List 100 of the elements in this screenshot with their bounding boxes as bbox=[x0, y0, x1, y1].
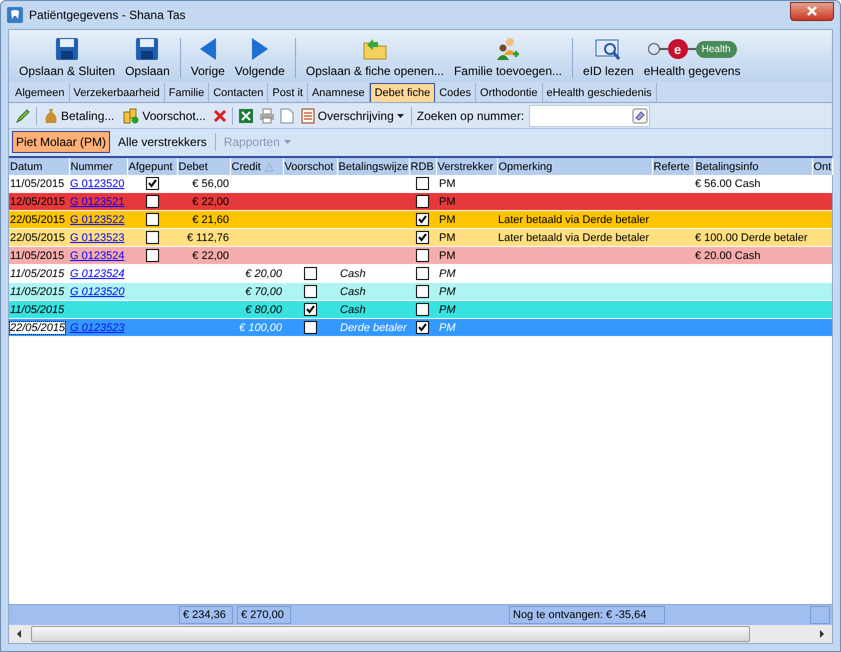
checkbox[interactable] bbox=[416, 231, 429, 244]
document-icon[interactable] bbox=[280, 108, 294, 124]
table-cell-text: Cash bbox=[339, 304, 366, 316]
invoice-link[interactable]: G 0123522 bbox=[70, 214, 124, 226]
folder-icon bbox=[362, 38, 387, 60]
checkbox[interactable] bbox=[146, 249, 158, 262]
column-header[interactable]: Betalingsinfo bbox=[694, 158, 812, 175]
toolbar-button[interactable]: Familie toevoegen... bbox=[450, 37, 566, 78]
checkbox[interactable] bbox=[304, 285, 316, 298]
table-cell: € 56,00 bbox=[192, 178, 229, 190]
tab[interactable]: Orthodontie bbox=[476, 83, 542, 102]
search-field[interactable] bbox=[529, 104, 650, 126]
tab[interactable]: Post it bbox=[268, 83, 308, 102]
column-header[interactable]: Afgepunt bbox=[127, 158, 177, 175]
transfer-button[interactable]: Overschrijving bbox=[298, 108, 406, 124]
invoice-link[interactable]: G 0123524 bbox=[70, 268, 124, 280]
tab[interactable]: Verzekerbaarheid bbox=[70, 83, 165, 102]
table-row[interactable]: 22/05/2015 G 0123523 € 112,76 PM Later betaald via Derde betaler € 100.00 Derde betaler bbox=[9, 228, 832, 246]
caret-icon bbox=[284, 140, 291, 144]
checkbox[interactable] bbox=[416, 195, 429, 208]
column-header[interactable]: Voorschot bbox=[283, 158, 337, 175]
right-arrow-icon[interactable] bbox=[818, 630, 826, 638]
invoice-link[interactable]: G 0123523 bbox=[70, 232, 124, 244]
payment-button[interactable]: Betaling... bbox=[42, 108, 116, 124]
toolbar-button[interactable]: Opslaan & Sluiten bbox=[15, 37, 120, 78]
checkbox[interactable] bbox=[146, 195, 158, 208]
delete-icon[interactable] bbox=[212, 108, 227, 122]
checkbox[interactable] bbox=[146, 177, 158, 190]
pencil-icon[interactable] bbox=[15, 108, 31, 124]
table-row[interactable]: 12/05/2015 G 0123521 € 22,00 PM bbox=[9, 192, 832, 210]
column-header[interactable]: Datum bbox=[9, 158, 69, 175]
column-header[interactable]: Debet bbox=[177, 158, 230, 175]
table-row[interactable]: 11/05/2015 G 0123520 € 70,00 Cash PM bbox=[9, 282, 832, 300]
invoice-link[interactable]: G 0123520 bbox=[70, 178, 124, 190]
table-cell: 12/05/2015 bbox=[10, 196, 66, 208]
table-row[interactable]: 11/05/2015 G 0123520 € 56,00 PM € 56.00 Cash bbox=[9, 175, 832, 192]
column-header[interactable]: Opmerking bbox=[497, 158, 652, 175]
provider-button[interactable]: Alle verstrekkers bbox=[114, 130, 211, 152]
table-cell-text: PM bbox=[438, 250, 456, 262]
toolbar-button[interactable]: e Health eHealth gegevens bbox=[640, 37, 744, 78]
table-cell: 11/05/2015 bbox=[10, 178, 64, 190]
tab[interactable]: Familie bbox=[164, 83, 210, 102]
checkbox[interactable] bbox=[304, 303, 316, 316]
eraser-icon[interactable] bbox=[632, 108, 648, 124]
provider-button[interactable]: Piet Molaar (PM) bbox=[12, 130, 110, 152]
debit-total: € 234,36 bbox=[179, 606, 233, 624]
printer-icon[interactable] bbox=[258, 108, 275, 124]
checkbox[interactable] bbox=[146, 231, 158, 244]
horizontal-scrollbar[interactable] bbox=[9, 625, 832, 643]
invoice-link[interactable]: G 0123520 bbox=[70, 286, 124, 298]
left-arrow-icon[interactable] bbox=[15, 630, 23, 638]
tab[interactable]: Codes bbox=[435, 83, 476, 102]
tab[interactable]: Contacten bbox=[209, 83, 268, 102]
column-header[interactable]: Ont bbox=[812, 158, 832, 175]
close-button[interactable] bbox=[790, 2, 834, 20]
table-cell: € 20.00 Cash bbox=[695, 250, 760, 262]
checkbox[interactable] bbox=[416, 267, 429, 280]
table-cell-text: PM bbox=[438, 268, 456, 280]
checkbox[interactable] bbox=[146, 213, 158, 226]
table-cell: Later betaald via Derde betaler bbox=[498, 232, 650, 244]
toolbar-button[interactable]: Opslaan & fiche openen... bbox=[302, 37, 448, 78]
table-row[interactable]: 11/05/2015 € 80,00 Cash PM bbox=[9, 300, 832, 318]
toolbar-button[interactable]: eID lezen bbox=[579, 37, 638, 78]
checkbox[interactable] bbox=[416, 213, 429, 226]
column-header[interactable]: Referte bbox=[652, 158, 694, 175]
checkbox[interactable] bbox=[416, 303, 429, 316]
checkbox[interactable] bbox=[416, 321, 429, 334]
checkbox[interactable] bbox=[416, 285, 429, 298]
table-row[interactable]: 11/05/2015 G 0123524 € 22,00 PM € 20.00 Cash bbox=[9, 246, 832, 264]
left-arrow-icon bbox=[198, 37, 218, 61]
checkbox[interactable] bbox=[304, 267, 316, 280]
column-header[interactable]: Credit △ bbox=[230, 158, 283, 175]
invoice-link[interactable]: G 0123524 bbox=[70, 250, 124, 262]
table-cell: € 22,00 bbox=[192, 250, 229, 262]
window-title: Patiëntgegevens - Shana Tas bbox=[29, 8, 186, 22]
tab[interactable]: eHealth geschiedenis bbox=[542, 83, 657, 102]
table-cell-text: PM bbox=[438, 178, 456, 190]
vertical-scrollbar[interactable] bbox=[832, 158, 834, 604]
checkbox[interactable] bbox=[416, 249, 429, 262]
id-card-icon bbox=[595, 37, 622, 61]
remaining-total: Nog te ontvangen: € -35,64 bbox=[509, 606, 665, 624]
column-header[interactable]: Betalingswijze bbox=[337, 158, 409, 175]
column-header[interactable]: Verstrekker bbox=[436, 158, 497, 175]
column-header[interactable]: RDB bbox=[409, 158, 436, 175]
checkbox[interactable] bbox=[416, 177, 429, 190]
table-row[interactable]: 22/05/2015 G 0123523 € 100,00 Derde betaler PM bbox=[9, 318, 832, 336]
spreadsheet-icon[interactable] bbox=[238, 108, 254, 124]
advance-button[interactable]: Voorschot... bbox=[121, 108, 208, 124]
toolbar-button[interactable]: Vorige bbox=[186, 37, 229, 78]
toolbar-button[interactable]: Opslaan bbox=[121, 37, 174, 78]
checkbox[interactable] bbox=[304, 321, 316, 334]
toolbar-button[interactable]: Volgende bbox=[230, 37, 289, 78]
caret-icon bbox=[396, 114, 404, 118]
table-cell: 11/05/2015 bbox=[10, 304, 64, 316]
tab[interactable]: Algemeen bbox=[11, 83, 70, 102]
table-cell: Later betaald via Derde betaler bbox=[498, 214, 650, 226]
table-row[interactable]: 22/05/2015 G 0123522 € 21,60 PM Later betaald via Derde betaler bbox=[9, 210, 832, 228]
close-icon bbox=[807, 6, 817, 16]
tab[interactable]: Debet fiche bbox=[370, 83, 436, 102]
column-header[interactable]: Nummer bbox=[69, 158, 127, 175]
